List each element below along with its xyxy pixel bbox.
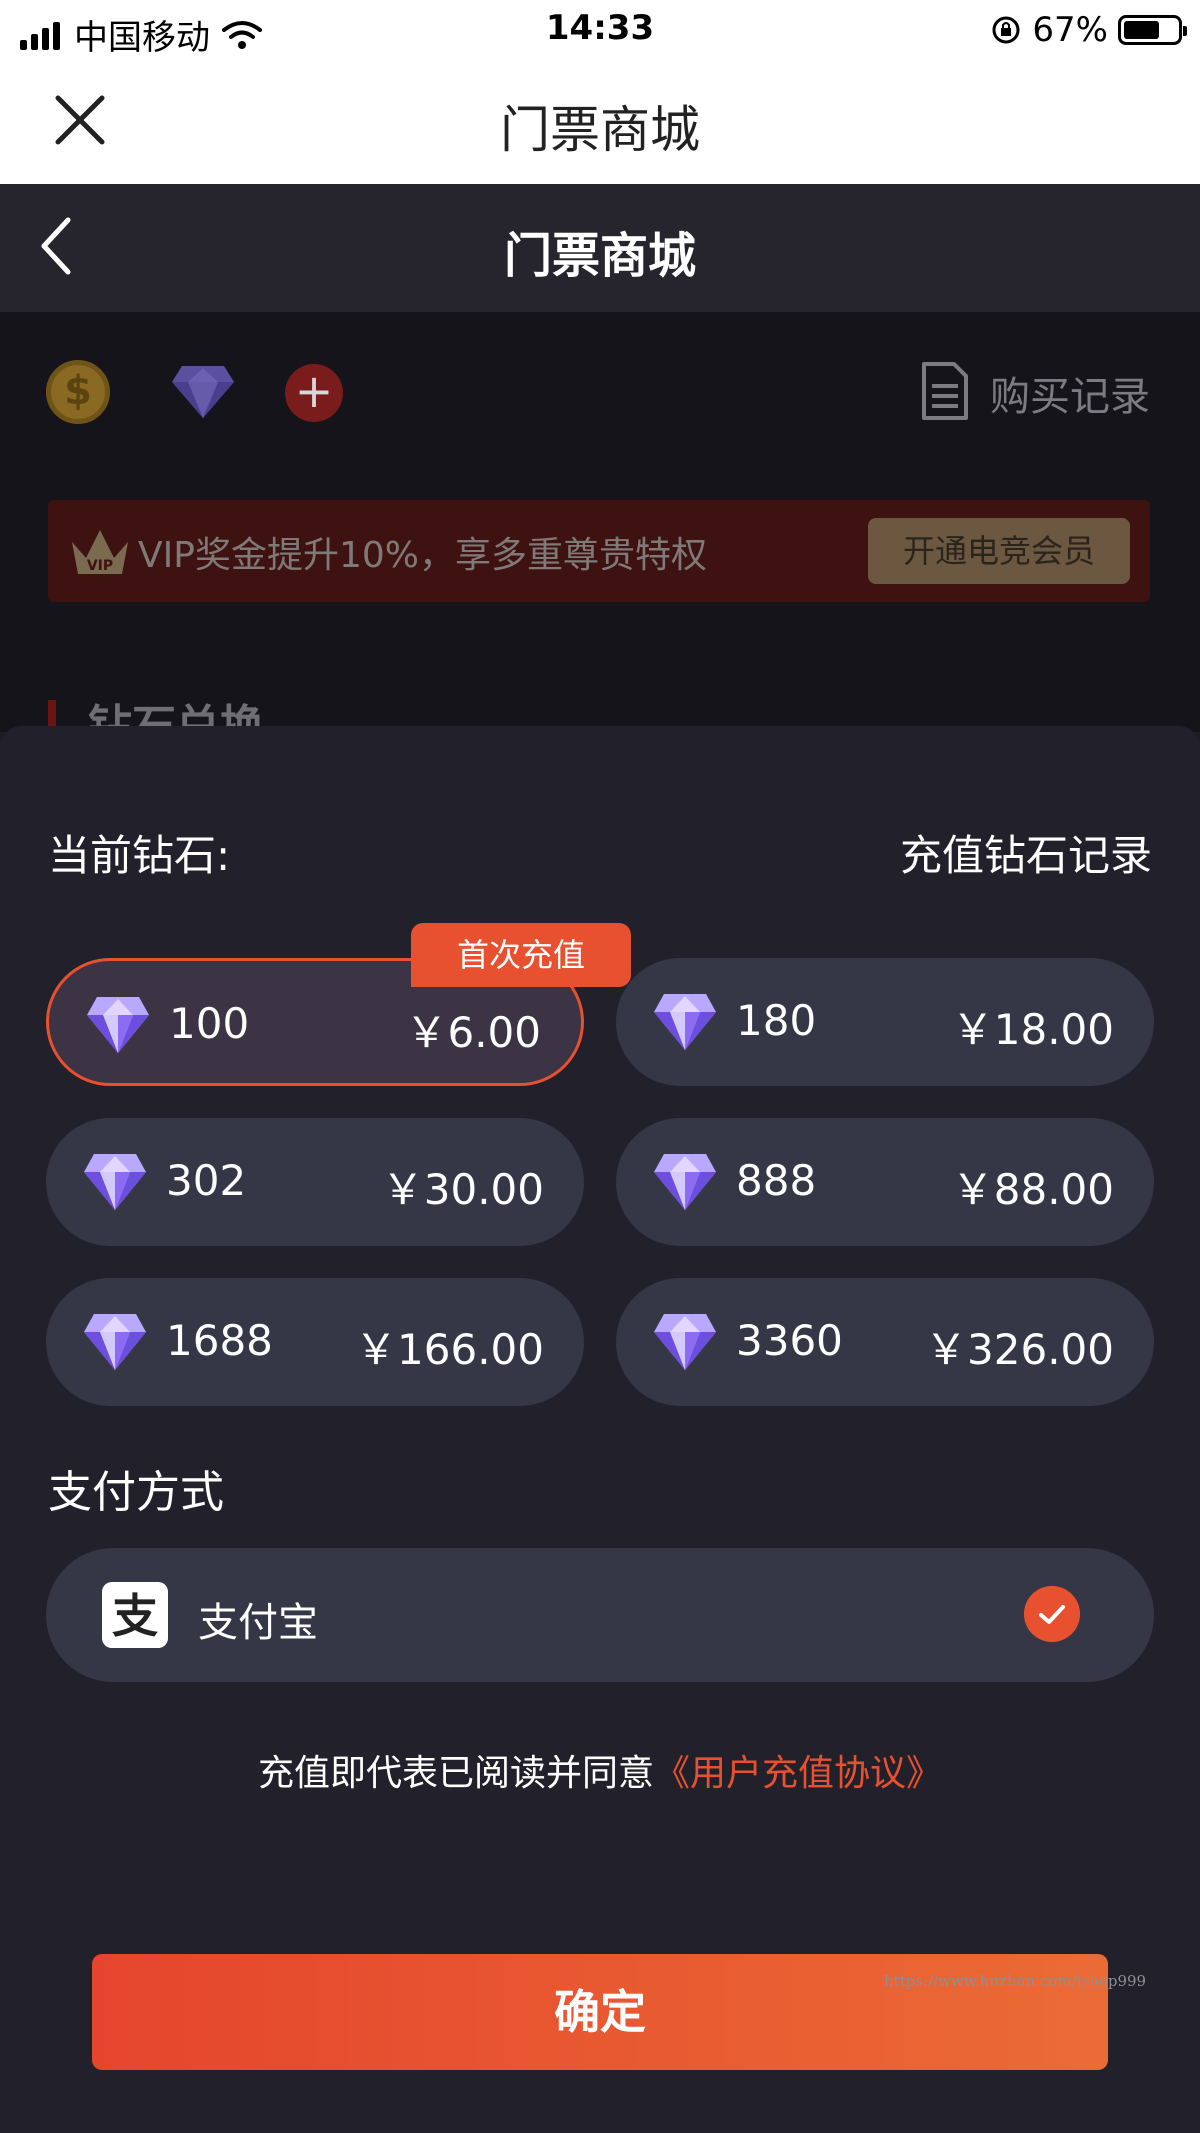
diamond-icon (654, 994, 716, 1050)
diamond-amount: 3360 (736, 1316, 843, 1365)
background-page: $ + 购买记录 VIP VIP奖金提升10%，享多重尊贵特权 开通电竞会员 钻… (0, 312, 1200, 752)
vip-crown-icon: VIP (72, 530, 128, 574)
alipay-glyph: 支 (112, 1589, 158, 1643)
battery-percent: 67% (1032, 10, 1108, 50)
vip-text: VIP奖金提升10%，享多重尊贵特权 (138, 535, 707, 576)
diamond-amount: 302 (166, 1156, 247, 1205)
coin-icon: $ (46, 360, 110, 424)
diamond-option-1688[interactable]: 1688 ￥166.00 (46, 1278, 584, 1406)
diamond-icon (654, 1314, 716, 1370)
diamond-amount: 1688 (166, 1316, 273, 1365)
record-icon[interactable] (920, 360, 970, 422)
web-header: 门票商城 (0, 60, 1200, 184)
agreement-text: 充值即代表已阅读并同意《用户充值协议》 (0, 1744, 1200, 1796)
app-title: 门票商城 (503, 228, 696, 284)
first-recharge-badge: 首次充值 (411, 923, 631, 987)
add-icon[interactable]: + (285, 364, 343, 422)
status-right: 67% (990, 10, 1187, 50)
payment-option-alipay[interactable]: 支 支付宝 (46, 1548, 1154, 1682)
alipay-icon: 支 (102, 1582, 168, 1648)
checkmark-icon[interactable] (1024, 1586, 1080, 1642)
diamond-amount: 100 (169, 999, 250, 1048)
diamond-price: ￥30.00 (381, 1165, 544, 1214)
recharge-record-link[interactable]: 充值钻石记录 (900, 822, 1152, 883)
diamond-amount: 888 (736, 1156, 817, 1205)
battery-level (1124, 21, 1159, 39)
vip-open-button[interactable]: 开通电竞会员 (868, 518, 1130, 584)
diamond-option-100[interactable]: 首次充值 100 ￥6.00 (46, 923, 631, 1086)
payment-title: 支付方式 (48, 1467, 224, 1518)
status-bar: 中国移动 14:33 67% (0, 0, 1200, 60)
diamond-icon (172, 366, 234, 418)
diamond-icon (84, 1314, 146, 1370)
diamond-price: ￥18.00 (951, 1005, 1114, 1054)
diamond-price: ￥166.00 (355, 1325, 544, 1374)
agreement-link[interactable]: 《用户充值协议》 (654, 1753, 942, 1794)
recharge-sheet: 当前钻石: 充值钻石记录 首次充值 100 ￥6.00 180 ￥18.00 3… (0, 726, 1200, 2133)
battery-icon (1118, 15, 1187, 45)
diamond-icon (654, 1154, 716, 1210)
vip-badge: VIP (87, 558, 113, 574)
payment-method-name: 支付宝 (198, 1600, 318, 1646)
orientation-lock-icon (992, 16, 1020, 44)
diamond-option-302[interactable]: 302 ￥30.00 (46, 1118, 584, 1246)
diamond-price: ￥6.00 (405, 1008, 541, 1057)
watermark: https://www.huzhan.com/ishop999 (884, 1972, 1147, 1990)
agreement-prefix: 充值即代表已阅读并同意 (257, 1753, 654, 1794)
diamond-price: ￥88.00 (951, 1165, 1114, 1214)
diamond-option-888[interactable]: 888 ￥88.00 (616, 1118, 1154, 1246)
vip-banner[interactable]: VIP VIP奖金提升10%，享多重尊贵特权 开通电竞会员 (48, 500, 1150, 602)
diamond-price: ￥326.00 (925, 1325, 1114, 1374)
current-diamond-label: 当前钻石: (48, 831, 231, 880)
purchase-record-link[interactable]: 购买记录 (990, 364, 1150, 422)
diamond-icon (87, 997, 149, 1053)
diamond-amount: 180 (736, 996, 817, 1045)
diamond-icon (84, 1154, 146, 1210)
diamond-option-180[interactable]: 180 ￥18.00 (616, 958, 1154, 1086)
app-nav: 门票商城 (0, 184, 1200, 312)
web-title: 门票商城 (500, 101, 700, 159)
diamond-option-3360[interactable]: 3360 ￥326.00 (616, 1278, 1154, 1406)
